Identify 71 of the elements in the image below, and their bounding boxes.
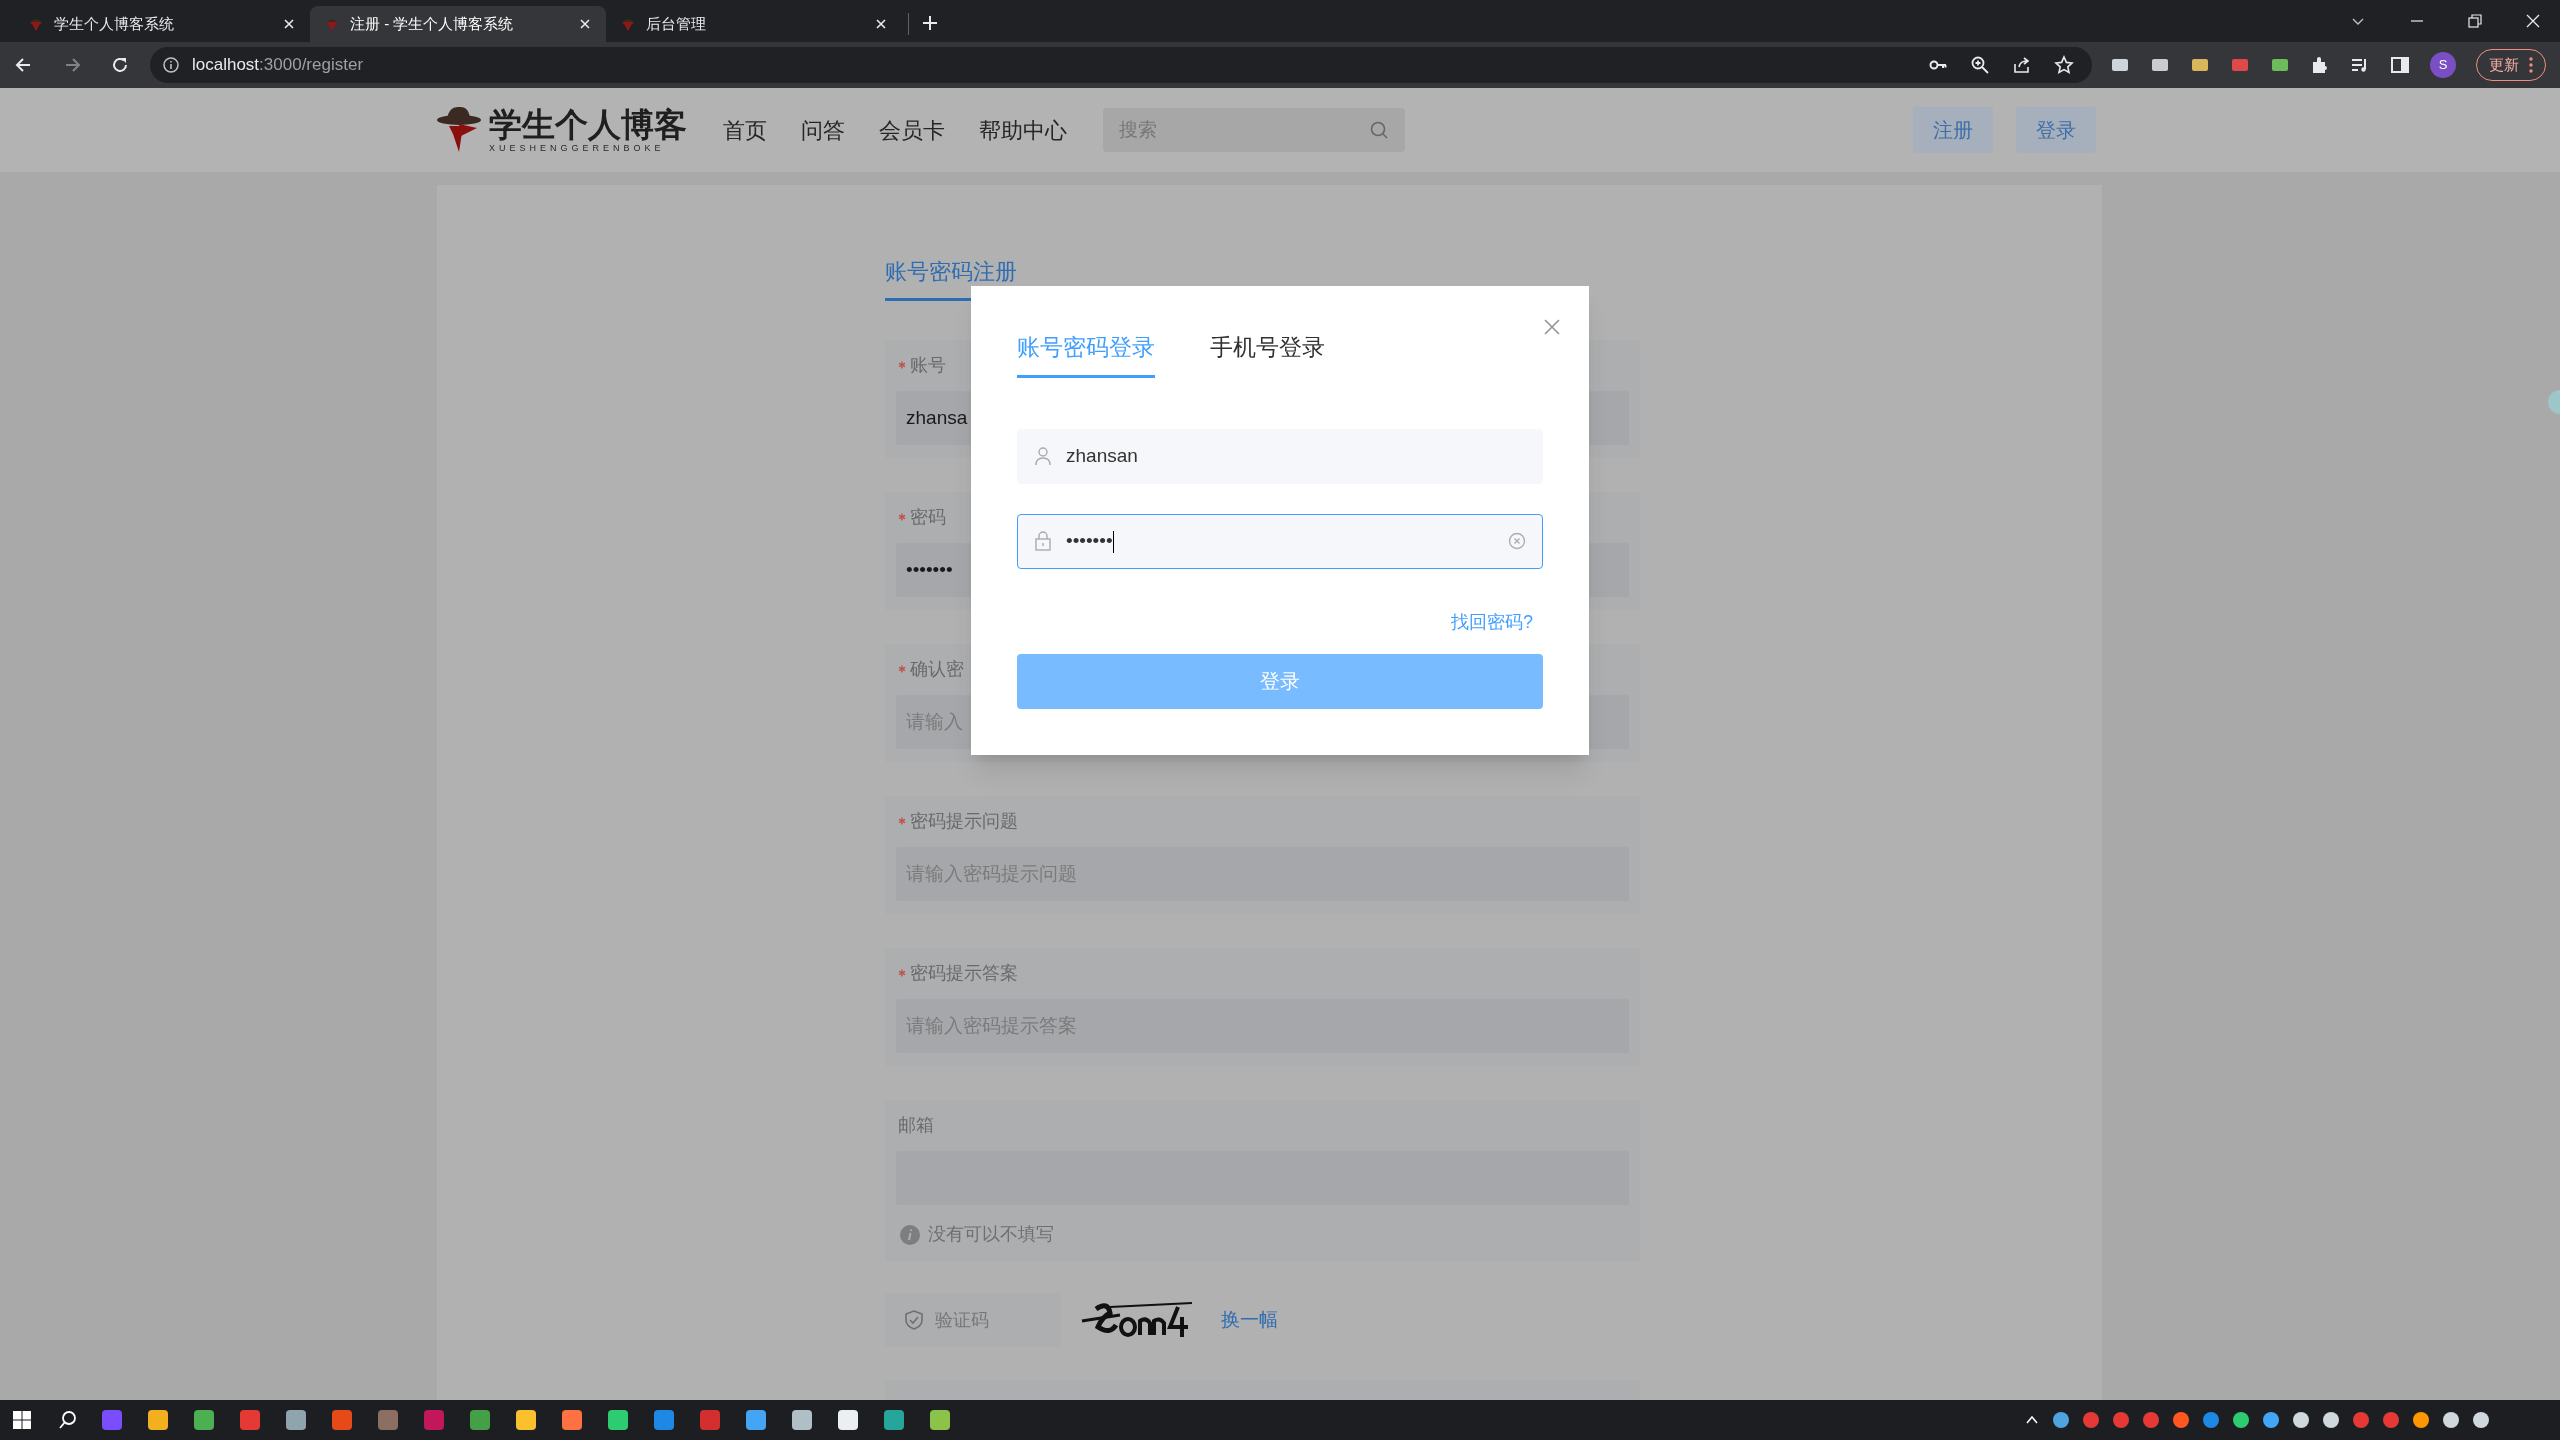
search-icon <box>1369 120 1389 140</box>
side-panel-icon[interactable] <box>2390 55 2410 75</box>
tray-icon[interactable] <box>2292 1411 2310 1429</box>
tab-title: 注册 - 学生个人博客系统 <box>350 13 515 34</box>
nav-link[interactable]: 帮助中心 <box>979 113 1067 147</box>
captcha-placeholder: 验证码 <box>935 1308 989 1332</box>
favicon-icon <box>28 16 44 32</box>
logo-text: 学生个人博客 <box>489 107 687 143</box>
shield-icon <box>905 1310 923 1330</box>
app-icon[interactable] <box>882 1408 906 1432</box>
app-icon[interactable] <box>928 1408 952 1432</box>
nav-link[interactable]: 首页 <box>723 113 767 147</box>
favicon-icon <box>324 16 340 32</box>
app-icon[interactable] <box>836 1408 860 1432</box>
address-bar[interactable]: localhost:3000/register <box>150 47 2092 83</box>
tray-icon[interactable] <box>2442 1411 2460 1429</box>
app-icon[interactable] <box>790 1408 814 1432</box>
browser-tab[interactable]: 后台管理 <box>606 6 902 42</box>
nav-link[interactable]: 会员卡 <box>879 113 945 147</box>
windows-icon[interactable] <box>12 1410 32 1430</box>
input-value: zhansa <box>906 405 968 430</box>
info-icon <box>162 56 180 74</box>
reload-icon[interactable] <box>110 55 130 75</box>
app-icon[interactable] <box>284 1408 308 1432</box>
input-field[interactable]: ••••••• <box>1017 513 1543 569</box>
field-label: 邮箱 <box>898 1113 934 1137</box>
more-icon <box>2529 57 2533 73</box>
new-tab-icon[interactable] <box>921 14 939 32</box>
tray-icon[interactable] <box>2472 1411 2490 1429</box>
hint-text: 没有可以不填写 <box>928 1223 1054 1246</box>
input-field[interactable]: zhansan <box>1017 428 1543 484</box>
restore-icon[interactable] <box>2468 14 2482 28</box>
field-label: 密码 <box>910 505 946 529</box>
close-icon[interactable] <box>874 17 888 31</box>
star-icon[interactable] <box>2054 55 2074 75</box>
close-icon[interactable] <box>282 17 296 31</box>
nav-link[interactable]: 问答 <box>801 113 845 147</box>
share-icon[interactable] <box>2012 55 2032 75</box>
field-label: 账号 <box>910 353 946 377</box>
field-label: 确认密 <box>910 657 964 681</box>
tray-icon[interactable] <box>2052 1411 2070 1429</box>
field-label: 密码提示答案 <box>910 961 1018 985</box>
tray-icon[interactable] <box>2232 1411 2250 1429</box>
tab-title: 后台管理 <box>646 13 707 34</box>
app-icon[interactable] <box>192 1408 216 1432</box>
info-icon <box>900 1224 920 1245</box>
browser-tab[interactable]: 注册 - 学生个人博客系统 <box>310 6 606 42</box>
app-icon[interactable] <box>606 1408 630 1432</box>
tab-title: 学生个人博客系统 <box>54 13 175 34</box>
favicon-icon <box>620 16 636 32</box>
user-icon <box>1034 446 1052 466</box>
tray-icon[interactable] <box>2412 1411 2430 1429</box>
profile-avatar[interactable]: S <box>2430 52 2456 78</box>
input-value: ••••••• <box>906 557 953 582</box>
lock-icon <box>1034 531 1052 551</box>
puzzle-icon[interactable] <box>2310 55 2330 75</box>
tray-icon[interactable] <box>2262 1411 2280 1429</box>
tray-icon[interactable] <box>2322 1411 2340 1429</box>
url-text: localhost:3000/register <box>192 54 364 77</box>
zoom-icon[interactable] <box>1970 55 1990 75</box>
logo-subtitle: XUESHENGGERENBOKE <box>489 143 666 153</box>
tray-icon[interactable] <box>2172 1411 2190 1429</box>
close-icon[interactable] <box>578 17 592 31</box>
search-icon[interactable] <box>58 1410 78 1430</box>
login-tab[interactable]: 手机号登录 <box>1210 330 1325 378</box>
app-icon[interactable] <box>560 1408 584 1432</box>
app-icon[interactable] <box>146 1408 170 1432</box>
app-icon[interactable] <box>514 1408 538 1432</box>
browser-tab[interactable]: 学生个人博客系统 <box>14 6 310 42</box>
app-icon[interactable] <box>744 1408 768 1432</box>
field-label: 密码提示问题 <box>910 809 1018 833</box>
